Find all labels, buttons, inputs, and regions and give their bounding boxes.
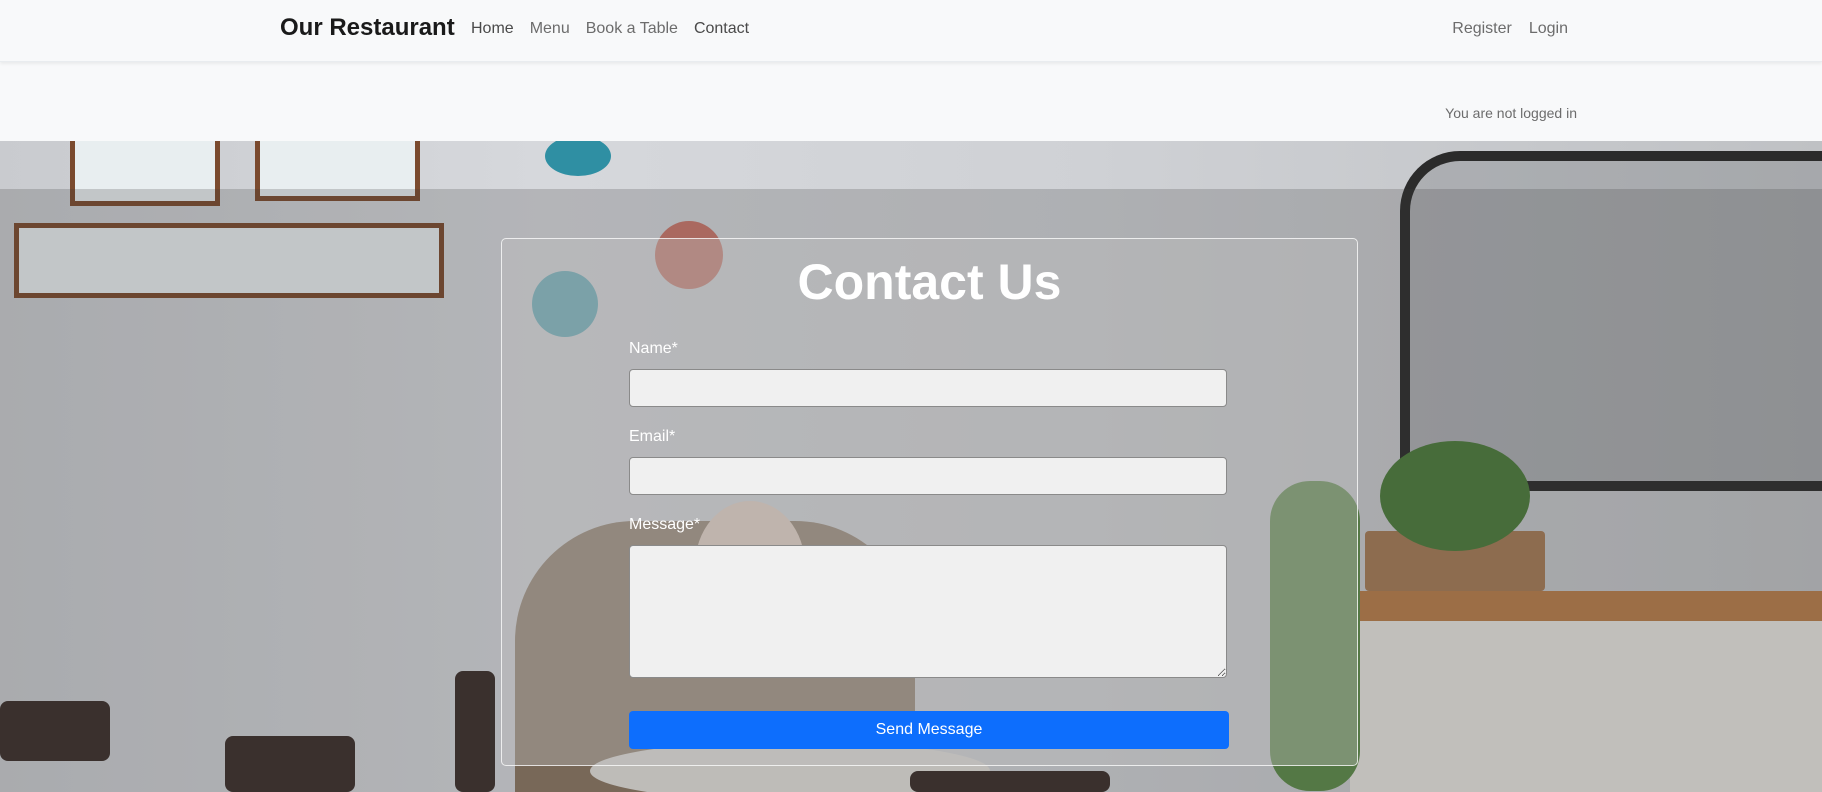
email-input[interactable] <box>629 457 1227 495</box>
nav-link-contact[interactable]: Contact <box>694 20 749 38</box>
message-textarea[interactable] <box>629 545 1227 678</box>
auth-nav: Register Login <box>1452 20 1568 38</box>
nav-link-register[interactable]: Register <box>1452 20 1512 38</box>
login-status-bar: You are not logged in <box>0 75 1822 141</box>
nav-link-book-table[interactable]: Book a Table <box>586 20 678 38</box>
nav-link-menu[interactable]: Menu <box>530 20 570 38</box>
top-navbar: Our Restaurant Home Menu Book a Table Co… <box>0 0 1822 62</box>
nav-link-login[interactable]: Login <box>1529 20 1568 38</box>
login-status-text: You are not logged in <box>1445 105 1577 121</box>
nav-link-home[interactable]: Home <box>471 20 514 38</box>
contact-form-card: Contact Us Name* Email* Message* Send Me… <box>501 238 1358 766</box>
name-input[interactable] <box>629 369 1227 407</box>
main-nav: Home Menu Book a Table Contact <box>471 20 749 38</box>
message-label: Message* <box>629 516 701 533</box>
name-label: Name* <box>629 340 678 357</box>
email-label: Email* <box>629 428 676 445</box>
contact-title: Contact Us <box>797 254 1062 310</box>
send-message-button[interactable]: Send Message <box>629 711 1229 749</box>
brand-logo-link[interactable]: Our Restaurant <box>280 14 455 42</box>
